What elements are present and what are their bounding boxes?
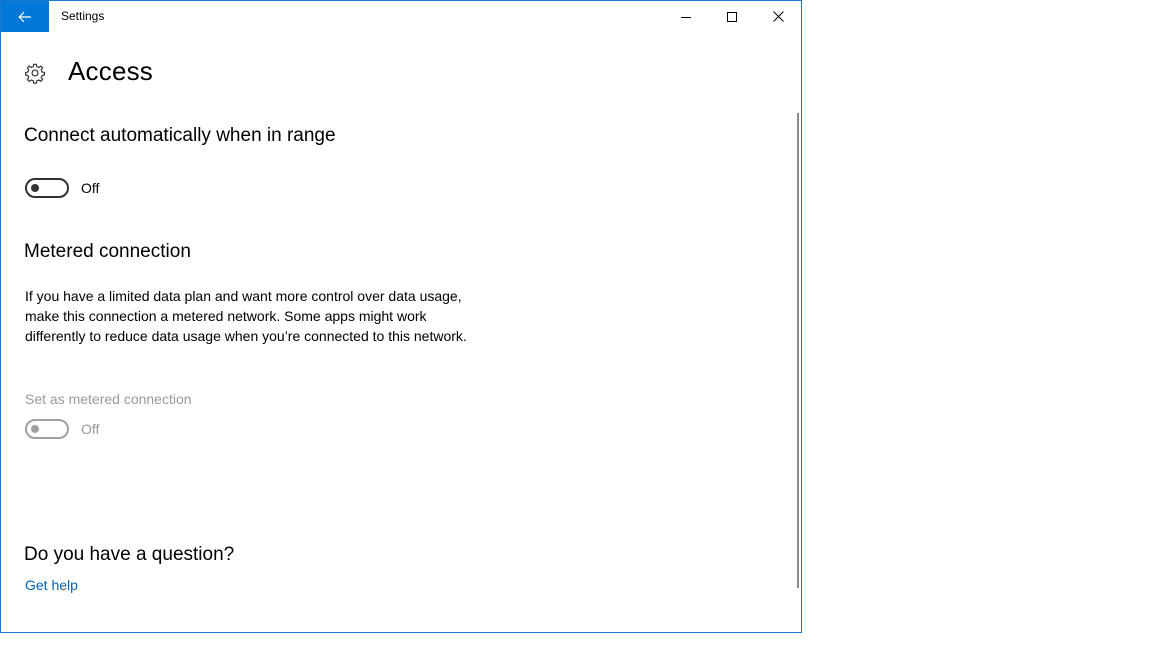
minimize-icon — [681, 16, 691, 18]
toggle-knob — [31, 184, 39, 192]
settings-window: Settings Access Connect automatically wh… — [0, 0, 802, 633]
auto-connect-state: Off — [81, 180, 100, 196]
gear-icon — [24, 63, 46, 84]
metered-heading: Metered connection — [24, 241, 191, 262]
page-title: Access — [68, 56, 154, 86]
metered-state: Off — [81, 421, 100, 437]
minimize-button[interactable] — [663, 1, 709, 32]
get-help-link[interactable]: Get help — [25, 577, 78, 593]
metered-description: If you have a limited data plan and want… — [25, 288, 467, 344]
close-icon — [772, 11, 784, 22]
window-title: Settings — [61, 9, 105, 23]
auto-connect-heading: Connect automatically when in range — [24, 125, 336, 146]
toggle-knob — [31, 425, 39, 433]
back-button[interactable] — [1, 1, 49, 32]
metered-toggle — [25, 419, 69, 439]
maximize-icon — [727, 11, 737, 22]
help-heading: Do you have a question? — [24, 544, 235, 565]
vertical-scrollbar[interactable] — [797, 113, 799, 588]
arrow-left-icon — [18, 11, 31, 22]
maximize-button[interactable] — [709, 1, 755, 32]
title-bar: Settings — [1, 1, 801, 32]
close-button[interactable] — [755, 1, 801, 32]
auto-connect-toggle[interactable] — [25, 178, 69, 198]
metered-toggle-label: Set as metered connection — [25, 391, 192, 407]
